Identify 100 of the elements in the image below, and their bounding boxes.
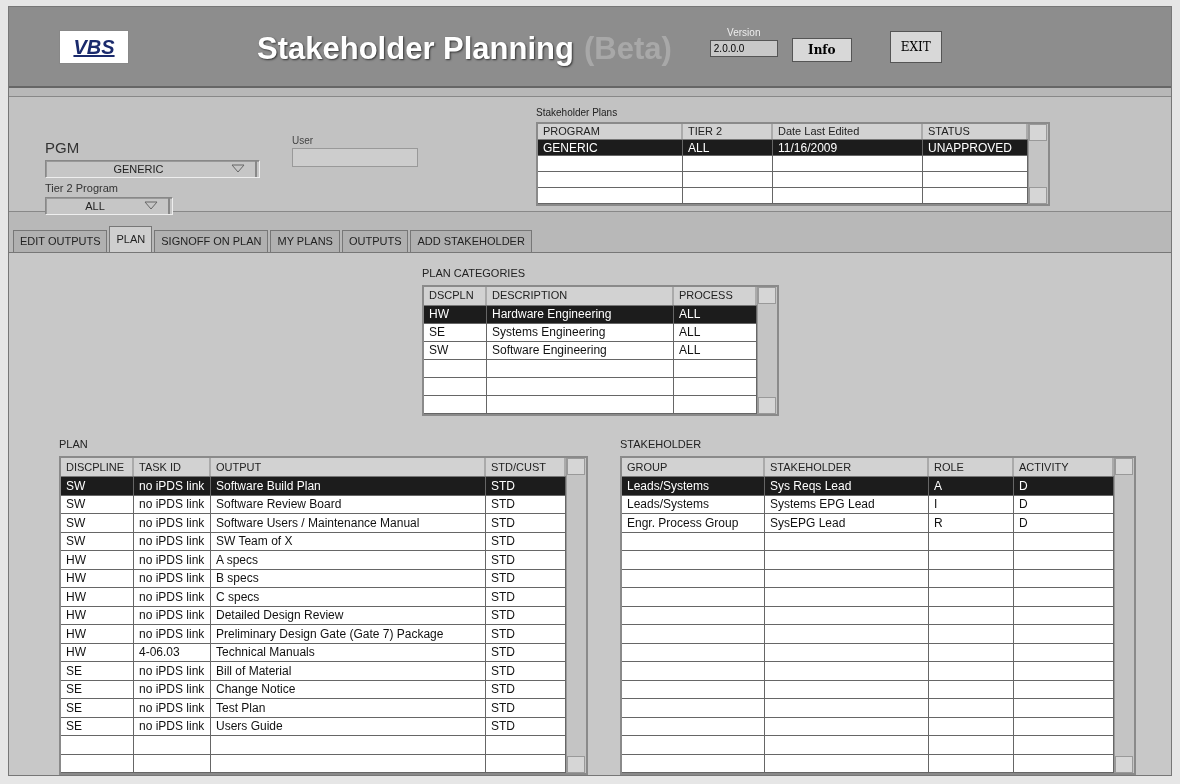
table-cell: Users Guide (211, 717, 486, 735)
dropdown[interactable]: GENERIC (45, 159, 260, 178)
table-row[interactable]: Engr. Process Group SysEPG Lead R D (622, 514, 1114, 533)
version-label: Version (727, 25, 761, 40)
table-cell: HW (61, 569, 134, 587)
table-cell: Detailed Design Review (211, 606, 486, 624)
table-cell: no iPDS link (134, 532, 211, 550)
table-cell: SysEPG Lead (765, 514, 929, 532)
table-cell: SW Team of X (211, 532, 486, 550)
table-cell: SW (61, 514, 134, 532)
tab[interactable]: OUTPUTS (341, 230, 409, 252)
table-cell: 11/16/2009 (773, 140, 923, 155)
table-cell: SE (61, 680, 134, 698)
user-field[interactable] (292, 148, 418, 167)
plan-categories-label: PLAN CATEGORIES (422, 266, 527, 281)
scroll-down-button[interactable] (758, 396, 776, 414)
table-cell: Leads/Systems (622, 495, 765, 513)
table-cell: Test Plan (211, 699, 486, 717)
scroll-down-button[interactable] (1115, 756, 1133, 773)
table-cell: Technical Manuals (211, 643, 486, 661)
table-cell: GENERIC (538, 140, 683, 155)
table-cell: no iPDS link (134, 477, 211, 495)
tab[interactable]: PLAN (109, 226, 153, 252)
table-cell: Engr. Process Group (622, 514, 765, 532)
table-row[interactable]: SE no iPDS link Bill of Material STD (61, 662, 566, 681)
dropdown[interactable]: ALL (45, 196, 173, 215)
table-cell: Leads/Systems (622, 477, 765, 495)
table-cell: A (929, 477, 1014, 495)
table-cell: no iPDS link (134, 717, 211, 735)
table-cell: R (929, 514, 1014, 532)
table-cell: HW (61, 625, 134, 643)
stakeholder-plans-label: Stakeholder Plans (536, 106, 619, 120)
table-row[interactable]: SW no iPDS link Software Users / Maintenance Manual STD (61, 514, 566, 533)
app-title: Stakeholder Planning (257, 30, 574, 69)
table-cell: no iPDS link (134, 606, 211, 624)
table-cell: A specs (211, 551, 486, 569)
table-cell: Software Users / Maintenance Manual (211, 514, 486, 532)
column-header[interactable]: DESCRIPTION (487, 286, 674, 305)
exit-button[interactable]: EXIT (889, 30, 942, 63)
table-cell: no iPDS link (134, 588, 211, 606)
table-cell: 4-06.03 (134, 643, 211, 661)
table-row[interactable]: SE no iPDS link Test Plan STD (61, 699, 566, 718)
version-field: 2.0.0.0 (709, 39, 778, 57)
scroll-down-button[interactable] (567, 756, 585, 773)
scroll-up-button[interactable] (567, 458, 585, 475)
table-cell: HW (424, 305, 487, 323)
table-row[interactable]: HW no iPDS link A specs STD (61, 551, 566, 570)
table-row[interactable]: GENERIC ALL 11/16/2009 UNAPPROVED (538, 140, 1028, 156)
table-row[interactable]: HW no iPDS link C specs STD (61, 588, 566, 607)
logo: VBS (59, 29, 129, 64)
table-cell: HW (61, 551, 134, 569)
table-cell: no iPDS link (134, 569, 211, 587)
tab[interactable]: MY PLANS (270, 230, 340, 252)
table-cell: Systems Engineering (487, 323, 674, 341)
scroll-up-button[interactable] (1029, 124, 1047, 141)
table-cell: no iPDS link (134, 680, 211, 698)
table-cell: no iPDS link (134, 662, 211, 680)
table-cell: no iPDS link (134, 495, 211, 513)
scroll-up-button[interactable] (1115, 458, 1133, 475)
scroll-up-button[interactable] (758, 286, 776, 304)
table-cell: Software Review Board (211, 495, 486, 513)
table-cell: no iPDS link (134, 699, 211, 717)
scrollbar[interactable] (566, 458, 586, 773)
info-button[interactable]: Info (791, 37, 852, 62)
scrollbar[interactable] (1028, 124, 1048, 204)
table-row[interactable]: HW no iPDS link Preliminary Design Gate (Gate 7) Package STD (61, 625, 566, 644)
table-cell: Hardware Engineering (487, 305, 674, 323)
table-row[interactable]: SW no iPDS link Software Build Plan STD (61, 477, 566, 496)
table-cell: SE (61, 717, 134, 735)
table-cell: SE (424, 323, 487, 341)
table-cell: I (929, 495, 1014, 513)
table-cell: SW (61, 495, 134, 513)
table-cell: SW (61, 532, 134, 550)
table-cell: Software Build Plan (211, 477, 486, 495)
table-cell: HW (61, 606, 134, 624)
table-cell: SE (61, 662, 134, 680)
scrollbar[interactable] (1114, 458, 1134, 773)
table-cell: Change Notice (211, 680, 486, 698)
user-label: User (292, 134, 315, 148)
column-header[interactable]: DSCPLN (424, 286, 487, 305)
table-cell: B specs (211, 569, 486, 587)
scrollbar[interactable] (757, 286, 777, 414)
tab[interactable]: ADD STAKEHOLDER (410, 230, 532, 252)
scroll-down-button[interactable] (1029, 187, 1047, 204)
table-cell: Sys Reqs Lead (765, 477, 929, 495)
dropdown-arrow-icon (231, 164, 245, 174)
table-cell: SW (61, 477, 134, 495)
tab[interactable]: EDIT OUTPUTS (13, 230, 108, 252)
table-cell: no iPDS link (134, 514, 211, 532)
table-cell: Software Engineering (487, 341, 674, 359)
table-cell: no iPDS link (134, 625, 211, 643)
table-cell: ALL (683, 140, 773, 155)
table-cell: HW (61, 643, 134, 661)
plan-label: PLAN (59, 436, 89, 452)
table-row[interactable]: Leads/Systems Sys Reqs Lead A D (622, 477, 1114, 496)
table-cell: Preliminary Design Gate (Gate 7) Package (211, 625, 486, 643)
pgm-label: PGM (45, 138, 81, 158)
table-cell: HW (61, 588, 134, 606)
table-cell: SW (424, 341, 487, 359)
tab[interactable]: SIGNOFF ON PLAN (154, 230, 269, 252)
